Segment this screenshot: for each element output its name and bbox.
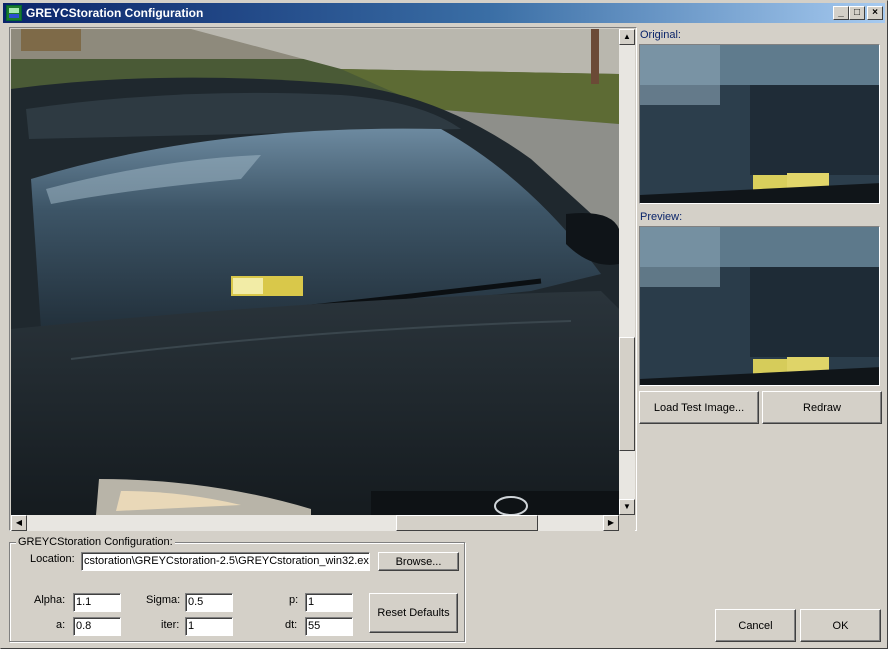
scroll-down-button[interactable]: ▼	[619, 499, 635, 515]
close-icon: ×	[872, 7, 878, 18]
original-image	[639, 44, 880, 204]
dt-field[interactable]: 55	[305, 617, 353, 636]
app-icon[interactable]	[6, 5, 22, 21]
config-group-title: GREYCStoration Configuration:	[16, 536, 175, 548]
cancel-button[interactable]: Cancel	[715, 609, 796, 642]
horizontal-scrollbar[interactable]: ◀ ▶	[11, 515, 619, 531]
arrow-left-icon: ◀	[15, 518, 23, 527]
arrow-down-icon: ▼	[623, 502, 631, 511]
title-bar[interactable]: GREYCStoration Configuration _ □ ×	[3, 3, 885, 23]
iter-field[interactable]: 1	[185, 617, 233, 636]
minimize-button[interactable]: _	[833, 6, 849, 20]
iter-label: iter:	[161, 619, 180, 631]
vertical-scrollbar[interactable]: ▲ ▼	[619, 29, 635, 515]
main-photo	[11, 29, 619, 515]
location-label: Location:	[30, 553, 75, 565]
browse-button[interactable]: Browse...	[378, 552, 459, 571]
ok-button[interactable]: OK	[800, 609, 881, 642]
preview-image	[639, 226, 880, 386]
a-field[interactable]: 0.8	[73, 617, 121, 636]
dt-label: dt:	[285, 619, 298, 631]
vertical-scroll-thumb[interactable]	[619, 337, 635, 451]
image-viewport[interactable]: ▲ ▼ ◀ ▶	[9, 27, 637, 531]
alpha-label: Alpha:	[34, 594, 66, 606]
preview-label: Preview:	[640, 211, 683, 223]
maximize-icon: □	[853, 7, 861, 18]
a-label: a:	[56, 619, 66, 631]
p-label: p:	[289, 594, 299, 606]
scroll-right-button[interactable]: ▶	[603, 515, 619, 531]
reset-defaults-button[interactable]: Reset Defaults	[369, 593, 458, 633]
original-label: Original:	[640, 29, 681, 41]
scroll-up-button[interactable]: ▲	[619, 29, 635, 45]
redraw-button[interactable]: Redraw	[762, 391, 882, 424]
location-field[interactable]: cstoration\GREYCstoration-2.5\GREYCstora…	[81, 552, 370, 571]
scroll-left-button[interactable]: ◀	[11, 515, 27, 531]
maximize-button[interactable]: □	[849, 6, 865, 20]
window-title: GREYCStoration Configuration	[26, 6, 204, 20]
alpha-field[interactable]: 1.1	[73, 593, 121, 612]
sigma-field[interactable]: 0.5	[185, 593, 233, 612]
sigma-label: Sigma:	[146, 594, 181, 606]
main-window: GREYCStoration Configuration _ □ × ▲ ▼ ◀…	[0, 0, 888, 649]
p-field[interactable]: 1	[305, 593, 353, 612]
close-button[interactable]: ×	[867, 6, 883, 20]
config-group: GREYCStoration Configuration: Location: …	[9, 536, 465, 642]
load-test-image-button[interactable]: Load Test Image...	[639, 391, 759, 424]
horizontal-scroll-thumb[interactable]	[396, 515, 538, 531]
scroll-corner	[619, 515, 635, 531]
minimize-icon: _	[838, 7, 844, 18]
arrow-up-icon: ▲	[623, 32, 631, 41]
arrow-right-icon: ▶	[607, 518, 615, 527]
